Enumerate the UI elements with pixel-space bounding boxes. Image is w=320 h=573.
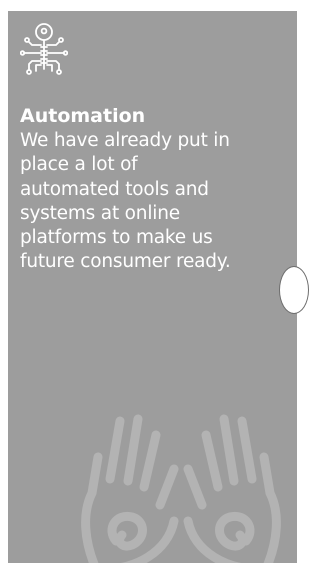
description-line: place a lot of <box>20 154 138 176</box>
hands-icon <box>76 401 286 563</box>
feature-description: We have already put in place a lot of au… <box>20 129 292 275</box>
description-line: automated tools and <box>20 178 209 200</box>
description-line: platforms to make us <box>20 227 213 249</box>
feature-title: Automation <box>20 105 146 127</box>
description-line: systems at online <box>20 202 180 224</box>
key-circuit-icon <box>19 23 69 75</box>
automation-card: Automation We have already put in place … <box>8 11 297 563</box>
description-line: We have already put in <box>20 130 230 151</box>
description-line: future consumer ready. <box>20 251 231 273</box>
carousel-next-tab[interactable] <box>279 266 309 314</box>
